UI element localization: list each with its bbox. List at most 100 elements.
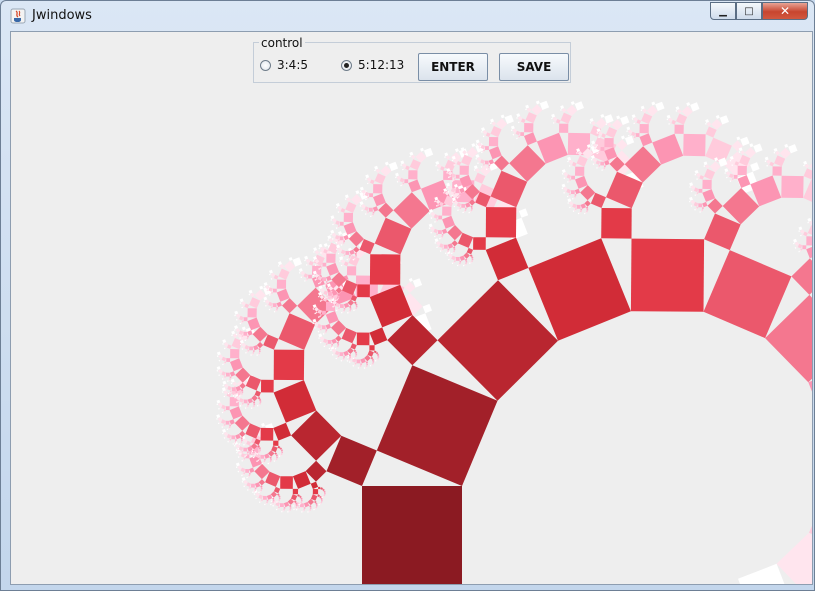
fractal-square [346,197,351,202]
fractal-square [263,300,265,303]
fractal-square [242,473,245,476]
fractal-square [704,213,741,251]
fractal-square [245,352,247,354]
fractal-square [601,169,603,171]
fractal-square [271,502,274,505]
fractal-square [280,476,293,489]
fractal-square [395,176,397,179]
fractal-square [332,218,337,223]
fractal-square [430,211,436,217]
fractal-square [355,190,360,195]
fractal-square [481,165,484,168]
fractal-square [266,499,269,502]
fractal-square [457,232,474,248]
fractal-square [309,508,312,511]
fractal-square [337,295,340,298]
fractal-square [359,190,362,193]
fractal-square [551,113,556,118]
fractal-square [408,170,418,180]
minimize-button[interactable]: ▁ [710,2,736,20]
fractal-square [316,504,318,507]
fractal-square [491,121,497,126]
radio-ratio-5-12-13[interactable]: 5:12:13 [341,58,404,72]
fractal-square [574,188,581,195]
fractal-square [387,315,438,366]
fractal-square [258,479,266,486]
fractal-square [695,193,698,196]
fractal-square [572,161,577,167]
fractal-square [365,178,367,180]
fractal-square [225,420,230,425]
fractal-square [269,460,272,463]
fractal-square [234,415,250,431]
fractal-square [566,174,572,179]
fractal-square [322,262,327,267]
fractal-square [360,358,366,364]
fractal-square [304,280,306,282]
close-button[interactable]: ✕ [762,2,808,20]
fractal-square [369,193,374,198]
fractal-square [318,289,321,291]
fractal-square [248,289,253,294]
fractal-square [552,116,558,122]
fractal-square [226,428,229,431]
fractal-square [241,301,246,306]
fractal-square [315,326,318,329]
fractal-square [473,237,486,250]
fractal-square [471,260,474,262]
fractal-square [388,161,399,172]
fractal-square [304,255,309,260]
fractal-square [702,207,704,209]
fractal-square [635,133,640,137]
fractal-square [218,374,220,376]
fractal-square [301,275,304,278]
fractal-square [344,194,349,199]
fractal-square [605,127,618,139]
fractal-square [471,258,474,261]
fractal-square [237,456,240,458]
fractal-square [241,320,244,323]
fractal-square [703,161,708,166]
close-icon: ✕ [779,4,791,18]
fractal-square [325,330,327,333]
title-bar[interactable]: Jwindows ▁ □ ✕ [1,1,814,31]
fractal-square [249,346,254,351]
fractal-square [335,220,340,226]
enter-button[interactable]: ENTER [418,53,488,81]
fractal-square [555,119,561,124]
fractal-square [272,499,275,502]
fractal-square [228,379,231,382]
fractal-square [226,434,232,439]
fractal-square [372,211,375,214]
fractal-square [624,135,635,145]
fractal-square [244,303,250,309]
fractal-square [225,406,230,411]
save-button[interactable]: SAVE [499,53,569,81]
fractal-square [321,499,323,502]
maximize-button[interactable]: □ [736,2,762,20]
fractal-square [563,171,568,177]
fractal-square [412,278,423,288]
fractal-square [689,182,694,187]
fractal-square [655,101,665,111]
fractal-square [277,445,281,449]
fractal-square [480,159,485,164]
fractal-square [250,455,252,458]
fractal-square [531,104,543,116]
fractal-square [322,488,325,492]
fractal-square [335,335,342,342]
fractal-square [243,485,245,488]
fractal-square [256,341,264,349]
fractal-square [325,323,331,330]
fractal-square [223,390,228,395]
maximize-icon: □ [744,5,754,17]
fractal-square [694,187,699,193]
fractal-square [275,508,278,511]
fractal-square [378,202,394,218]
fractal-square [258,494,263,500]
fractal-square [366,182,369,185]
fractal-square [702,179,712,190]
fractal-square [366,177,372,182]
radio-ratio-3-4-5[interactable]: 3:4:5 [260,58,308,72]
fractal-square [275,454,278,457]
